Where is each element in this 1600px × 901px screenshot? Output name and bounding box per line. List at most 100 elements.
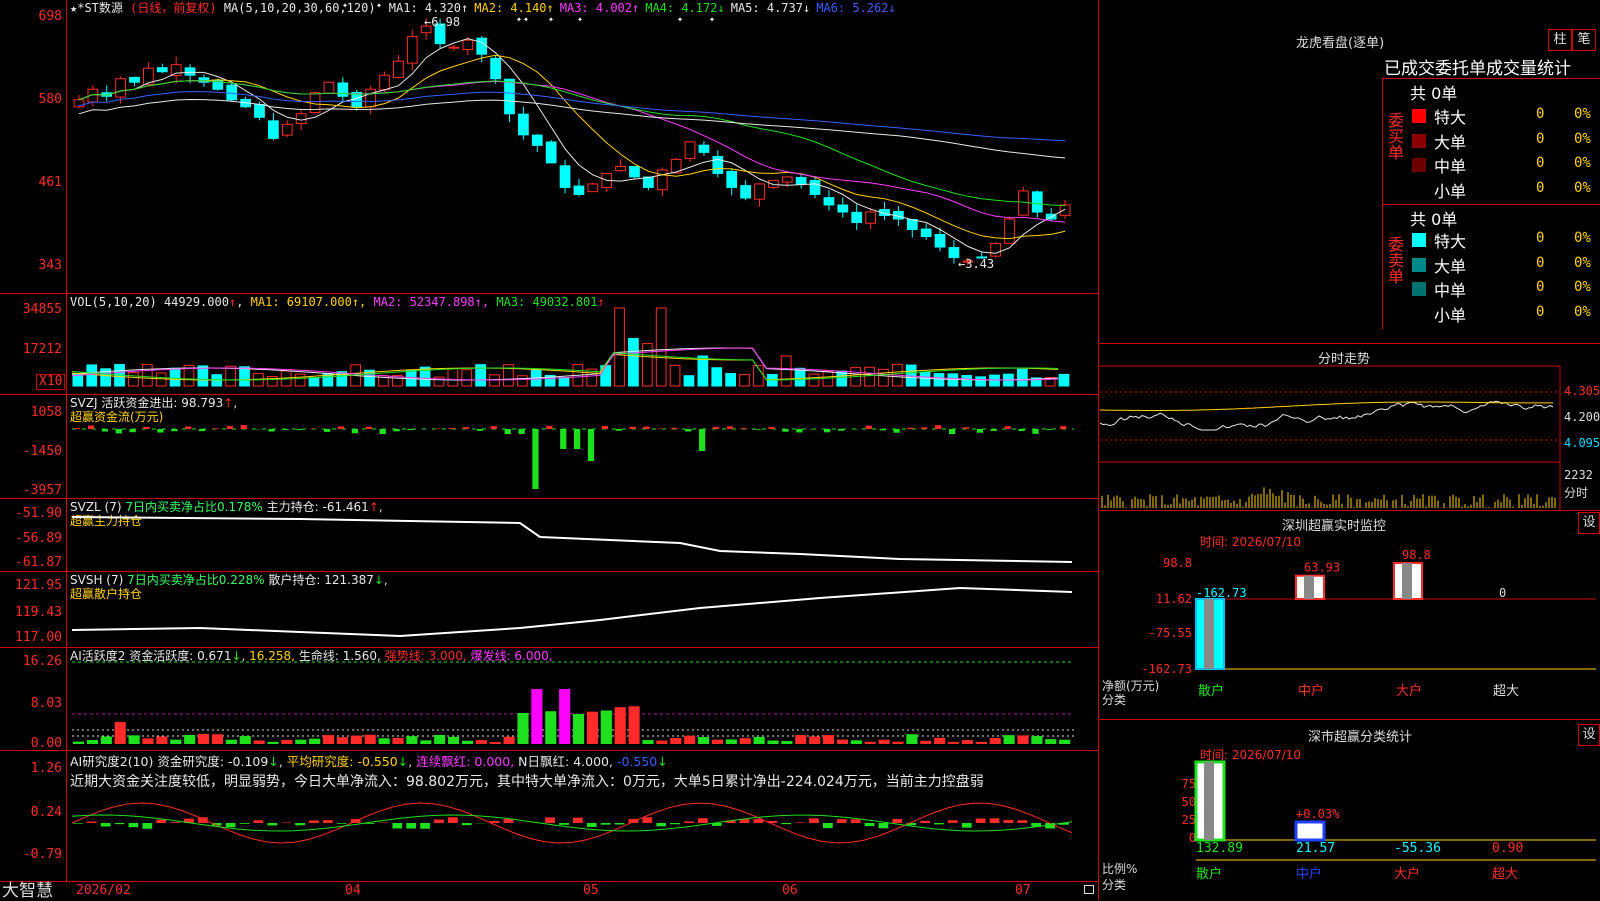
research-bar bbox=[684, 821, 694, 823]
activity-bar bbox=[642, 740, 653, 744]
fund-flow-bar bbox=[949, 429, 955, 434]
bar-shade bbox=[1304, 576, 1314, 599]
mid-ratio-bar bbox=[1296, 822, 1324, 840]
research-bar bbox=[129, 823, 139, 827]
ai-activity-chart[interactable] bbox=[0, 648, 1098, 750]
research-bar bbox=[545, 817, 555, 823]
fund-flow-bar bbox=[907, 428, 913, 429]
category-label: 散户 bbox=[1198, 683, 1224, 699]
research-bar bbox=[434, 820, 444, 823]
activity-bar bbox=[504, 737, 515, 744]
stat-value: 0.90 bbox=[1492, 841, 1523, 856]
sz-stats-chart[interactable]: 7550250+0.03%132.8921.57-55.360.90散户中户大户… bbox=[1100, 720, 1600, 900]
x-label: 07 bbox=[1015, 883, 1031, 898]
volume-bar bbox=[976, 377, 986, 386]
intraday-panel[interactable]: 分时走势 4.305 4.200 4.095 2232 分时 bbox=[1100, 344, 1600, 511]
fund-flow-bar bbox=[921, 427, 927, 429]
volume-bar bbox=[879, 369, 889, 386]
intraday-vol-unit: 分时 bbox=[1564, 484, 1588, 501]
svzj-pane[interactable]: 1058 -1450 -3957 SVZJ 活跃资金进出: 98.793↑, 超… bbox=[0, 395, 1098, 499]
svzl-pane[interactable]: -51.90 -56.89 -61.87 SVZL (7) 7日内买卖净占比0.… bbox=[0, 499, 1098, 572]
activity-bar bbox=[865, 742, 876, 744]
sz-monitor-panel[interactable]: 深圳超赢实时监控 设 时间: 2026/07/10 98.811.62-75.5… bbox=[1100, 511, 1600, 720]
activity-bar bbox=[934, 738, 945, 744]
candle bbox=[407, 37, 417, 63]
candle bbox=[657, 170, 667, 190]
fund-flow-bar bbox=[352, 429, 358, 433]
category-label: 中户 bbox=[1296, 866, 1322, 882]
activity-bar bbox=[573, 714, 584, 744]
fund-flow-bar bbox=[505, 429, 511, 434]
order-size-label: 大单 bbox=[1434, 253, 1466, 277]
research-bar bbox=[990, 818, 1000, 823]
fund-flow-bar bbox=[1018, 429, 1024, 431]
activity-bar bbox=[490, 742, 501, 744]
intraday-chart[interactable] bbox=[1100, 344, 1600, 510]
volume-chart[interactable] bbox=[0, 294, 1098, 394]
lock-icon[interactable] bbox=[1084, 885, 1094, 894]
price-line bbox=[1100, 401, 1553, 430]
fund-flow-bar bbox=[741, 428, 747, 429]
ai-activity-pane[interactable]: 16.26 8.03 0.00 AI活跃度2 资金活跃度: 0.671↓, 16… bbox=[0, 648, 1098, 751]
volume-bar bbox=[712, 368, 722, 386]
svzl-chart[interactable] bbox=[0, 499, 1098, 571]
bar-mode-button[interactable]: 柱 bbox=[1548, 29, 1572, 51]
volume-bar bbox=[656, 308, 666, 386]
sz-monitor-chart[interactable]: 98.811.62-75.55-162.73-162.7363.9398.80散… bbox=[1100, 511, 1600, 719]
activity-bar bbox=[684, 736, 695, 744]
ma-line-5 bbox=[79, 100, 1065, 159]
sz-stats-x-title: 分类 bbox=[1102, 876, 1126, 893]
candle bbox=[866, 212, 876, 223]
dragon-tiger-panel: 龙虎看盘(逐单) 柱 笔 已成交委托单成交量统计 委买单 委卖单 共 0单 共 … bbox=[1100, 0, 1600, 344]
fund-flow-bar bbox=[130, 429, 136, 432]
fund-flow-bar bbox=[324, 429, 330, 432]
research-bar bbox=[240, 823, 250, 824]
activity-bar bbox=[226, 740, 237, 744]
bar-value-label: 98.8 bbox=[1402, 548, 1431, 562]
fund-flow-bar bbox=[796, 429, 802, 432]
ai-research-pane[interactable]: 1.26 0.24 -0.79 AI研究度2(10) 资金研究度: -0.109… bbox=[0, 751, 1098, 882]
volume-pane[interactable]: 34855 17212 X10 VOL(5,10,20) 44929.000↑,… bbox=[0, 294, 1098, 395]
volume-bar bbox=[87, 365, 97, 386]
activity-bar bbox=[212, 734, 223, 744]
activity-bar bbox=[115, 722, 126, 744]
volume-bar bbox=[170, 368, 180, 386]
svsh-pane[interactable]: 121.95 119.43 117.00 SVSH (7) 7日内买卖净占比0.… bbox=[0, 572, 1098, 648]
kline-pane[interactable]: 698 580 461 343 ★*ST数源 (日线，前复权) MA(5,10,… bbox=[0, 0, 1098, 294]
svsh-chart[interactable] bbox=[0, 572, 1098, 647]
candle bbox=[324, 82, 334, 93]
candle bbox=[463, 40, 473, 49]
y-label: 11.62 bbox=[1156, 592, 1192, 606]
svzj-chart[interactable] bbox=[0, 395, 1098, 498]
activity-bar bbox=[129, 735, 140, 744]
ai-research-chart[interactable] bbox=[0, 751, 1098, 881]
y-label: 25 bbox=[1182, 813, 1196, 827]
research-bar bbox=[656, 823, 666, 826]
candlestick-chart[interactable]: ←6.98←3.43✦✦✦✦✦✦✦✦ bbox=[0, 0, 1098, 293]
candle bbox=[477, 38, 487, 54]
activity-bar bbox=[1031, 736, 1042, 744]
sell-side-label: 委卖单 bbox=[1386, 236, 1404, 284]
order-percent: 0% bbox=[1574, 131, 1591, 147]
activity-bar bbox=[879, 740, 890, 744]
activity-bar bbox=[1004, 735, 1015, 744]
candle bbox=[755, 184, 765, 199]
fund-flow-bar bbox=[143, 427, 149, 429]
signal-marker: ✦ bbox=[548, 14, 554, 25]
high-price-label: ←6.98 bbox=[424, 15, 460, 29]
activity-bar bbox=[406, 736, 417, 744]
candle bbox=[269, 121, 279, 139]
activity-bar bbox=[295, 740, 306, 744]
pen-mode-button[interactable]: 笔 bbox=[1572, 29, 1596, 51]
candle bbox=[685, 142, 695, 158]
fund-flow-bar bbox=[685, 429, 691, 431]
sz-stats-panel[interactable]: 深市超赢分类统计 设 时间: 2026/07/10 7550250+0.03%1… bbox=[1100, 720, 1600, 900]
legend-swatch bbox=[1412, 158, 1426, 172]
research-bar bbox=[879, 823, 889, 828]
fund-flow-bar bbox=[713, 427, 719, 429]
order-percent: 0% bbox=[1574, 230, 1591, 246]
activity-bar bbox=[823, 735, 834, 744]
activity-bar bbox=[629, 706, 640, 744]
order-count: 0 bbox=[1536, 106, 1544, 122]
order-percent: 0% bbox=[1574, 155, 1591, 171]
